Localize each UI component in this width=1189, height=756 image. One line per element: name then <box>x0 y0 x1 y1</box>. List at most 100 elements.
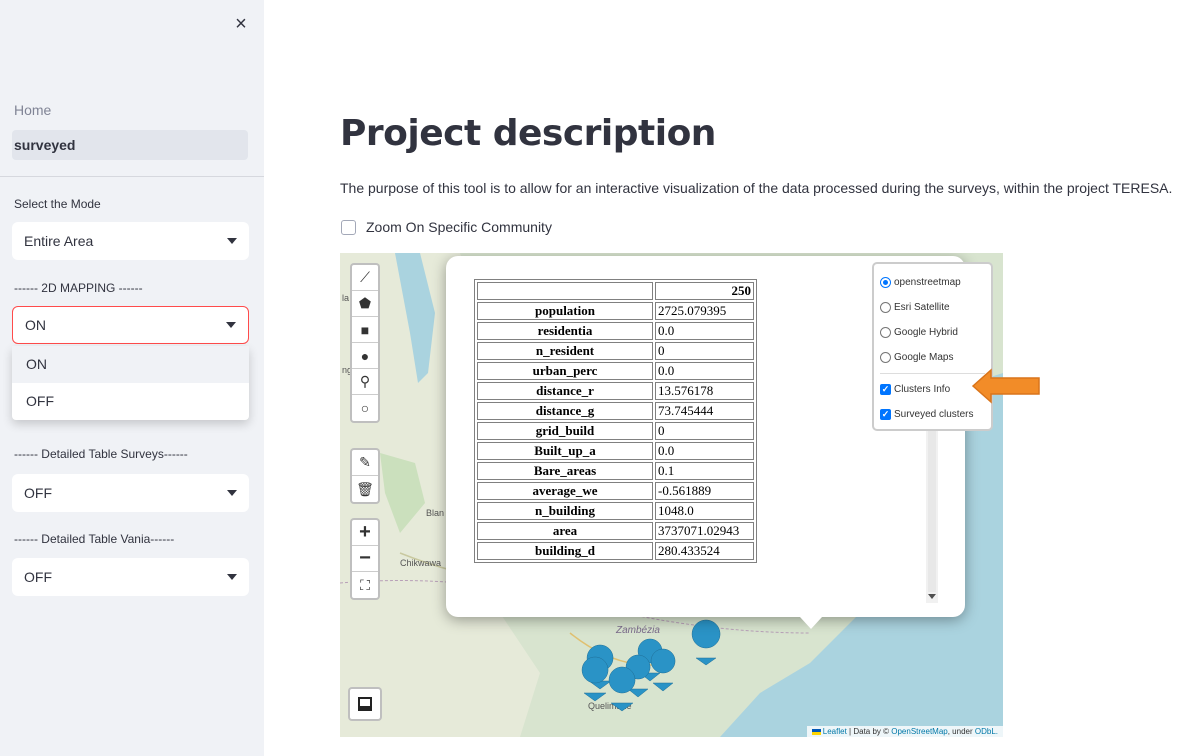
checkbox-icon[interactable]: ✓ <box>880 384 891 395</box>
dropdown-option-on[interactable]: ON <box>12 346 249 383</box>
table-row-key: average_we <box>477 482 653 500</box>
mapping-2d-label: ------ 2D MAPPING ------ <box>14 281 143 295</box>
mapping-2d-select[interactable]: ON <box>12 306 249 344</box>
map-marker <box>691 619 721 666</box>
radio-icon[interactable] <box>880 352 891 363</box>
table-surveys-select-value: OFF <box>24 485 52 501</box>
radio-icon[interactable] <box>880 277 891 288</box>
mapping-2d-select-value: ON <box>25 317 46 333</box>
layer-option[interactable]: Esri Satellite <box>880 295 985 320</box>
osm-link[interactable]: OpenStreetMap <box>891 727 947 736</box>
sidebar-divider <box>0 176 264 177</box>
close-sidebar-icon[interactable]: × <box>231 14 251 34</box>
map-marker <box>608 666 636 712</box>
mode-label: Select the Mode <box>14 197 101 211</box>
table-row: building_d 280.433524 <box>477 542 754 560</box>
table-row-key: Built_up_a <box>477 442 653 460</box>
leaflet-link[interactable]: Leaflet <box>823 727 847 736</box>
table-row: area 3737071.02943 <box>477 522 754 540</box>
table-row-key: residentia <box>477 322 653 340</box>
layer-option[interactable]: openstreetmap <box>880 270 985 295</box>
dropdown-option-off[interactable]: OFF <box>12 383 249 420</box>
map-view[interactable]: la ng Chikwawa Blan Zambézia Quelimane ⟋… <box>340 253 1003 737</box>
table-row: distance_r 13.576178 <box>477 382 754 400</box>
popup-tip <box>800 617 822 629</box>
layer-label: Esri Satellite <box>894 302 950 313</box>
map-marker <box>581 656 609 702</box>
layer-option[interactable]: Google Hybrid <box>880 320 985 345</box>
odbl-link[interactable]: ODbL. <box>975 727 998 736</box>
table-row-value: 0 <box>655 342 754 360</box>
table-row-value: 3737071.02943 <box>655 522 754 540</box>
layer-label: Google Maps <box>894 352 954 363</box>
table-row-value: 0 <box>655 422 754 440</box>
table-surveys-select[interactable]: OFF <box>12 474 249 512</box>
layer-label: openstreetmap <box>894 277 961 288</box>
table-surveys-label: ------ Detailed Table Surveys------ <box>14 447 188 461</box>
layer-option[interactable]: Google Maps <box>880 345 985 370</box>
page-description: The purpose of this tool is to allow for… <box>340 180 1173 196</box>
nav-item-home[interactable]: Home <box>14 102 51 118</box>
table-row-key: distance_r <box>477 382 653 400</box>
table-row-value: -0.561889 <box>655 482 754 500</box>
ukraine-flag-icon <box>811 728 821 735</box>
table-row: residentia 0.0 <box>477 322 754 340</box>
checkbox-icon[interactable]: ✓ <box>880 409 891 420</box>
radio-icon[interactable] <box>880 327 891 338</box>
table-row: urban_perc 0.0 <box>477 362 754 380</box>
table-row-value: 0.1 <box>655 462 754 480</box>
layer-option[interactable]: ✓ Clusters Info <box>880 377 985 402</box>
layer-option[interactable]: ✓ Surveyed clusters <box>880 402 985 427</box>
table-header-row: 250 <box>477 282 754 300</box>
checkbox-icon[interactable] <box>341 219 356 235</box>
layer-label: Clusters Info <box>894 384 951 395</box>
annotation-arrow-icon <box>971 368 1040 404</box>
table-row-key: grid_build <box>477 422 653 440</box>
zoom-community-checkbox[interactable]: Zoom On Specific Community <box>341 219 552 235</box>
table-row-key: building_d <box>477 542 653 560</box>
map-attribution: Leaflet | Data by © OpenStreetMap, under… <box>806 726 1003 737</box>
table-row: average_we -0.561889 <box>477 482 754 500</box>
table-vania-select-value: OFF <box>24 569 52 585</box>
table-row-value: 2725.079395 <box>655 302 754 320</box>
mapping-2d-dropdown: ON OFF <box>12 346 249 420</box>
table-row-value: 0.0 <box>655 362 754 380</box>
table-row-key: n_resident <box>477 342 653 360</box>
cluster-info-table: 250 population 2725.079395 residentia 0.0 n_… <box>474 279 757 563</box>
table-row: Built_up_a 0.0 <box>477 442 754 460</box>
sidebar: × Home surveyed Select the Mode Entire A… <box>0 0 264 756</box>
table-row: Bare_areas 0.1 <box>477 462 754 480</box>
table-column-header: 250 <box>655 282 754 300</box>
app-page: × Home surveyed Select the Mode Entire A… <box>0 0 1189 756</box>
table-row-key: urban_perc <box>477 362 653 380</box>
table-row-value: 13.576178 <box>655 382 754 400</box>
table-row: distance_g 73.745444 <box>477 402 754 420</box>
table-row-key: Bare_areas <box>477 462 653 480</box>
layer-separator <box>880 373 985 374</box>
chevron-down-icon <box>227 490 237 496</box>
popup-table-container[interactable]: 250 population 2725.079395 residentia 0.0 n_… <box>474 279 763 602</box>
table-row-value: 73.745444 <box>655 402 754 420</box>
attribution-text: | Data by © <box>846 727 892 736</box>
nav-item-surveyed[interactable]: surveyed <box>12 130 248 160</box>
page-title: Project description <box>340 113 716 154</box>
scroll-down-icon[interactable] <box>928 594 936 599</box>
table-row: population 2725.079395 <box>477 302 754 320</box>
table-row: grid_build 0 <box>477 422 754 440</box>
zoom-community-label: Zoom On Specific Community <box>366 219 552 235</box>
mode-select-value: Entire Area <box>24 233 94 249</box>
table-vania-select[interactable]: OFF <box>12 558 249 596</box>
table-row-value: 280.433524 <box>655 542 754 560</box>
table-corner-cell <box>477 282 653 300</box>
layer-label: Surveyed clusters <box>894 409 974 420</box>
mode-select[interactable]: Entire Area <box>12 222 249 260</box>
table-row: n_building 1048.0 <box>477 502 754 520</box>
table-row-value: 0.0 <box>655 442 754 460</box>
radio-icon[interactable] <box>880 302 891 313</box>
attribution-text: , under <box>947 727 975 736</box>
table-row-key: n_building <box>477 502 653 520</box>
table-row-value: 0.0 <box>655 322 754 340</box>
layer-control: openstreetmap Esri Satellite Google Hybrid… <box>872 262 993 431</box>
chevron-down-icon <box>227 574 237 580</box>
table-row: n_resident 0 <box>477 342 754 360</box>
